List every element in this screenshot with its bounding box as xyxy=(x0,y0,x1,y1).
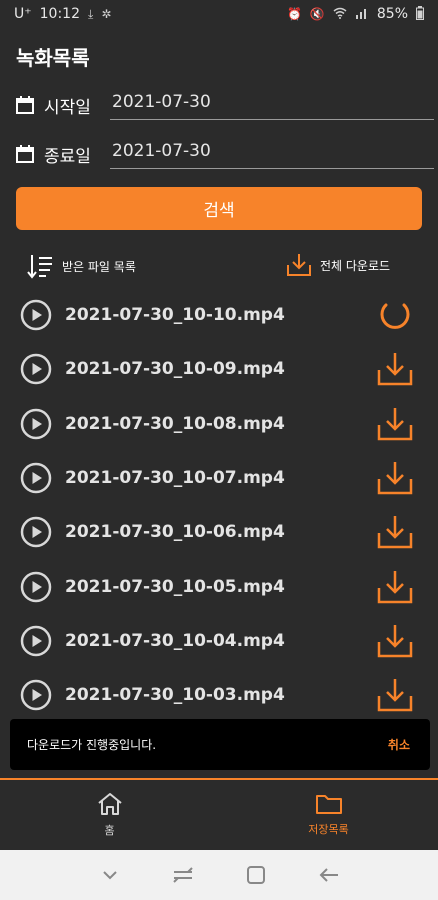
list-item[interactable]: 2021-07-30_10-06.mp4 xyxy=(0,505,438,559)
bottom-nav: 홈 저장목록 xyxy=(0,778,438,850)
cancel-button[interactable]: 취소 xyxy=(388,736,410,753)
signal-icon xyxy=(355,7,369,22)
system-nav-bar xyxy=(0,850,438,900)
start-date-row: 시작일 2021-07-30 xyxy=(16,88,434,122)
file-name: 2021-07-30_10-07.mp4 xyxy=(65,468,285,489)
play-icon[interactable] xyxy=(20,625,52,657)
status-left: U⁺ 10:12 ⤓ ✲ xyxy=(14,6,111,22)
back-button[interactable] xyxy=(292,850,365,900)
play-icon[interactable] xyxy=(20,462,52,494)
chevron-down-icon xyxy=(102,871,117,880)
calendar-icon xyxy=(16,96,34,114)
square-icon xyxy=(246,866,265,884)
list-item[interactable]: 2021-07-30_10-08.mp4 xyxy=(0,397,438,451)
list-toolbar: 받은 파일 목록 전체 다운로드 xyxy=(0,250,438,284)
back-arrow-icon xyxy=(319,868,338,882)
file-name: 2021-07-30_10-06.mp4 xyxy=(65,522,285,543)
file-name: 2021-07-30_10-03.mp4 xyxy=(65,685,285,706)
search-button[interactable]: 검색 xyxy=(16,187,422,230)
nav-saved-label: 저장목록 xyxy=(308,823,349,836)
battery-icon xyxy=(416,5,424,23)
calendar-icon xyxy=(16,145,34,163)
loading-spinner-icon xyxy=(380,303,410,329)
download-all-button[interactable]: 전체 다운로드 xyxy=(286,252,390,278)
start-date-field[interactable]: 2021-07-30 xyxy=(110,90,434,120)
file-name: 2021-07-30_10-10.mp4 xyxy=(65,305,285,326)
play-icon[interactable] xyxy=(20,299,52,331)
file-name: 2021-07-30_10-08.mp4 xyxy=(65,413,285,434)
settings-icon: ✲ xyxy=(101,7,112,21)
carrier-label: U⁺ xyxy=(14,6,32,22)
battery-label: 85% xyxy=(376,6,408,22)
download-icon[interactable] xyxy=(376,513,414,551)
download-icon[interactable] xyxy=(376,568,414,606)
download-all-icon xyxy=(287,254,311,276)
end-date-field[interactable]: 2021-07-30 xyxy=(110,139,434,169)
end-date-label: 종료일 xyxy=(44,146,91,167)
home-icon xyxy=(97,793,122,815)
clock: 10:12 xyxy=(39,6,80,22)
sort-icon xyxy=(27,255,52,279)
list-item[interactable]: 2021-07-30_10-03.mp4 xyxy=(0,668,438,722)
file-name: 2021-07-30_10-04.mp4 xyxy=(65,630,285,651)
play-icon[interactable] xyxy=(20,571,52,603)
file-name: 2021-07-30_10-09.mp4 xyxy=(65,359,285,380)
recents-swap-button[interactable] xyxy=(146,850,219,900)
play-icon[interactable] xyxy=(20,679,52,711)
list-item[interactable]: 2021-07-30_10-04.mp4 xyxy=(0,614,438,668)
download-icon[interactable] xyxy=(376,350,414,388)
download-icon[interactable] xyxy=(376,459,414,497)
download-icon: ⤓ xyxy=(88,6,94,21)
list-item[interactable]: 2021-07-30_10-05.mp4 xyxy=(0,559,438,613)
status-right: ⏰ 🔇 85% xyxy=(286,5,424,23)
home-system-button[interactable] xyxy=(219,850,292,900)
play-icon[interactable] xyxy=(20,516,52,548)
list-item[interactable]: 2021-07-30_10-10.mp4 xyxy=(0,288,438,342)
download-icon[interactable] xyxy=(376,676,414,714)
snackbar-message: 다운로드가 진행중입니다. xyxy=(27,738,157,752)
download-icon[interactable] xyxy=(376,622,414,660)
play-icon[interactable] xyxy=(20,353,52,385)
folder-icon xyxy=(315,795,342,814)
download-all-label: 전체 다운로드 xyxy=(320,258,391,273)
snackbar: 다운로드가 진행중입니다. 취소 xyxy=(10,719,430,770)
hide-keyboard-button[interactable] xyxy=(73,850,146,900)
file-list: 2021-07-30_10-10.mp4 2021-07-30_10-09.mp… xyxy=(0,288,438,722)
status-bar: U⁺ 10:12 ⤓ ✲ ⏰ 🔇 85% xyxy=(0,0,438,28)
list-item[interactable]: 2021-07-30_10-09.mp4 xyxy=(0,342,438,396)
start-date-label: 시작일 xyxy=(44,97,91,118)
end-date-row: 종료일 2021-07-30 xyxy=(16,137,434,171)
mute-icon: 🔇 xyxy=(309,7,325,21)
sort-button[interactable]: 받은 파일 목록 xyxy=(26,252,136,280)
wifi-icon xyxy=(333,7,347,22)
nav-home[interactable]: 홈 xyxy=(0,780,219,850)
file-name: 2021-07-30_10-05.mp4 xyxy=(65,576,285,597)
nav-saved-list[interactable]: 저장목록 xyxy=(219,780,438,850)
download-icon[interactable] xyxy=(376,405,414,443)
recent-apps-icon xyxy=(172,867,193,883)
sort-label: 받은 파일 목록 xyxy=(62,259,136,274)
nav-home-label: 홈 xyxy=(104,824,115,837)
alarm-icon: ⏰ xyxy=(286,7,302,21)
list-item[interactable]: 2021-07-30_10-07.mp4 xyxy=(0,451,438,505)
play-icon[interactable] xyxy=(20,408,52,440)
page-title: 녹화목록 xyxy=(16,46,90,70)
